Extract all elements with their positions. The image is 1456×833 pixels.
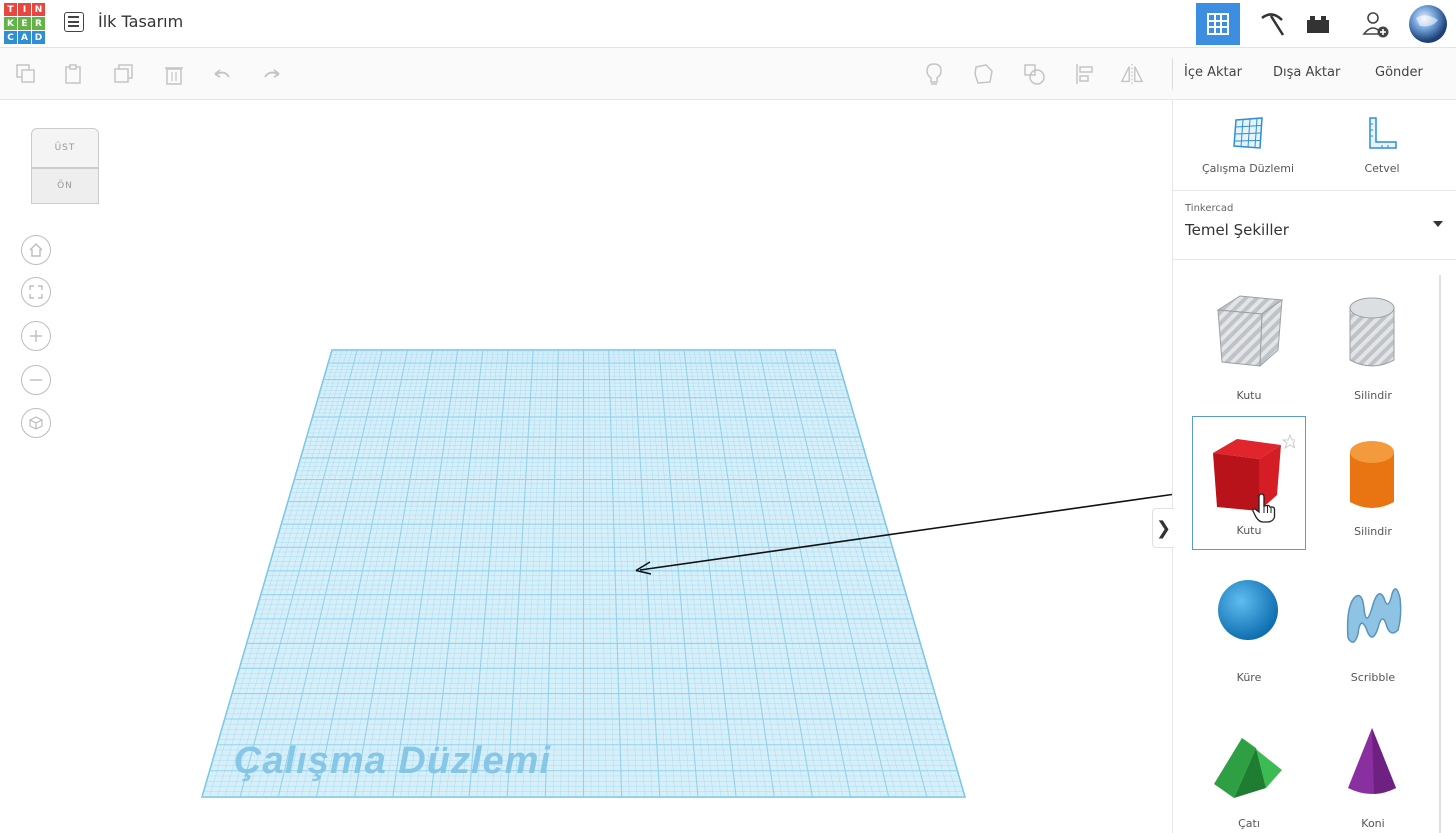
mirror-button[interactable] [1120,62,1144,86]
shape-box[interactable]: Kutu [1192,416,1306,550]
cylinder-hole-icon [1349,297,1395,367]
notes-button[interactable] [922,62,946,86]
duplicate-button[interactable] [112,62,136,86]
trash-icon [165,67,183,85]
workplane-tool-icon [1233,117,1263,149]
box-hole-icon [1216,295,1284,368]
logo-letter: D [32,31,45,44]
workplane-tool[interactable]: Çalışma Düzlemi [1183,116,1313,175]
logo-letter: E [18,17,31,30]
shape-cone[interactable]: Koni [1316,708,1430,833]
logo-letter: N [32,3,45,16]
sphere-icon [1218,580,1278,640]
logo-letter: I [18,3,31,16]
panel-scrollbar[interactable] [1439,275,1441,833]
align-icon [1076,64,1093,84]
group-button[interactable] [972,62,996,86]
shape-label: Kutu [1236,524,1262,537]
shape-scribble[interactable]: Scribble [1316,562,1430,696]
avatar-globe-icon [1409,5,1447,43]
workplane-tool-label: Çalışma Düzlemi [1201,162,1295,175]
paste-button[interactable] [62,62,86,86]
shapes-panel: Çalışma Düzlemi Cetvel Tinkercad Temel Ş… [1172,100,1456,833]
avatar[interactable] [1404,3,1452,45]
logo-letter: R [32,17,45,30]
ruler-tool-label: Cetvel [1364,162,1400,175]
pickaxe-icon [1261,13,1285,36]
logo-letter: T [4,3,17,16]
undo-button[interactable] [210,62,234,86]
copy-button[interactable] [14,62,38,86]
design-list-icon[interactable] [64,12,84,32]
shape-label: Koni [1361,817,1385,830]
shape-box-hole[interactable]: Kutu [1192,280,1306,414]
ungroup-shape-icon [1024,64,1045,85]
ruler-icon [1369,117,1397,149]
logo-letter: A [18,31,31,44]
design-title[interactable]: İlk Tasarım [98,12,183,31]
group-shape-icon [974,64,993,84]
send-button[interactable]: Gönder [1375,65,1423,80]
tinkercad-logo[interactable]: T I N K E R C A D [4,3,46,45]
add-user-icon [1362,12,1389,38]
roof-icon [1214,738,1282,798]
cylinder-icon [1350,441,1394,508]
hand-cursor-icon [1252,493,1276,523]
cone-icon [1348,728,1396,794]
bricks-view-button[interactable] [1296,3,1340,45]
redo-button[interactable] [260,62,284,86]
add-user-button[interactable] [1354,3,1398,45]
3d-viewport[interactable]: ÜST ÖN Çalışma Düzlemi [0,100,1172,833]
undo-icon [214,69,230,78]
copy-icon [16,64,35,83]
shape-label: Scribble [1350,671,1396,684]
shape-roof[interactable]: Çatı [1192,708,1306,833]
shape-cylinder-hole[interactable]: Silindir [1316,280,1430,414]
ungroup-button[interactable] [1022,62,1046,86]
mirror-icon [1120,63,1144,85]
shape-label: Çatı [1238,817,1260,830]
redo-icon [264,69,280,78]
panel-collapse-button[interactable]: ❯ [1152,508,1174,548]
shape-sphere[interactable]: Küre [1192,562,1306,696]
import-button[interactable]: İçe Aktar [1184,65,1242,80]
edit-toolbar: İçe Aktar Dışa Aktar Gönder [0,48,1456,100]
shape-label: Silindir [1354,525,1392,538]
shape-label: Küre [1236,671,1262,684]
logo-letter: K [4,17,17,30]
ruler-tool[interactable]: Cetvel [1317,116,1447,175]
library-name: Temel Şekiller [1185,221,1289,239]
shape-label: Kutu [1236,389,1262,402]
toolbar-divider [1172,58,1173,90]
lightbulb-icon [926,63,942,85]
export-button[interactable]: Dışa Aktar [1273,65,1340,80]
logo-letter: C [4,31,17,44]
caret-down-icon[interactable] [1433,221,1443,227]
shape-cylinder[interactable]: Silindir [1316,416,1430,550]
workplane-grid[interactable] [0,100,1172,833]
grid-icon [1207,13,1229,35]
blocks-view-button[interactable] [1250,3,1294,45]
top-bar: T I N K E R C A D İlk Tasarım [0,0,1456,48]
paste-icon [65,64,81,84]
3d-design-view-button[interactable] [1196,3,1240,45]
delete-button[interactable] [162,62,186,86]
scribble-icon [1346,588,1402,643]
workplane-label: Çalışma Düzlemi [234,740,551,782]
box-icon [1213,433,1295,511]
brick-icon [1307,16,1329,33]
align-button[interactable] [1072,62,1096,86]
shape-library-select[interactable]: Tinkercad Temel Şekiller [1173,190,1456,260]
library-source-label: Tinkercad [1185,203,1234,214]
shape-label: Silindir [1354,389,1392,402]
duplicate-icon [114,64,133,83]
